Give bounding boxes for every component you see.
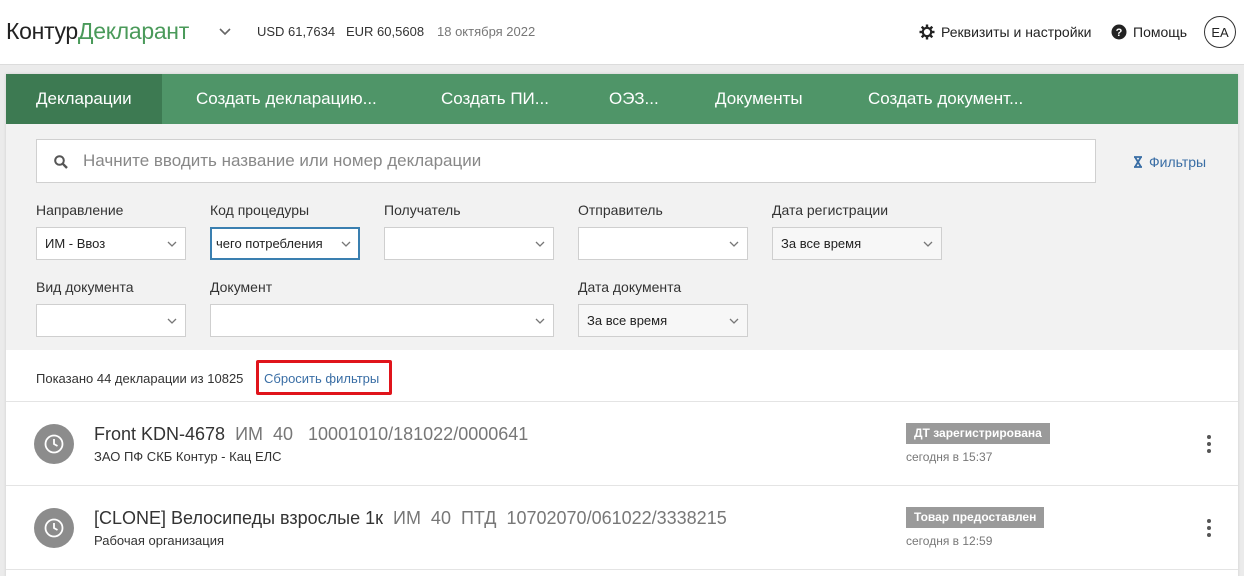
reg-date-label: Дата регистрации (772, 202, 889, 218)
clock-icon (34, 508, 74, 548)
procedure-label: Код процедуры (210, 202, 310, 218)
eur-rate: EUR 60,5608 (346, 24, 425, 39)
declaration-name: [CLONE] Велосипеды взрослые 1к (94, 508, 383, 528)
chevron-down-icon (167, 241, 177, 247)
recipient-label: Получатель (384, 202, 461, 218)
chevron-down-icon (535, 318, 545, 324)
chevron-down-icon (729, 318, 739, 324)
reg-date-select[interactable]: За все время (772, 227, 942, 260)
chevron-down-icon (535, 241, 545, 247)
declaration-name: Front KDN-4678 (94, 424, 226, 444)
tab-declarations[interactable]: Декларации (6, 74, 162, 124)
nav-tabs: Декларации Создать декларацию... Создать… (6, 74, 1238, 124)
app-logo[interactable]: КонтурДекларант (6, 18, 189, 45)
declaration-meta: ИМ 40 ПТД 10702070/061022/3338215 (393, 508, 727, 528)
filters-label: Фильтры (1149, 154, 1207, 170)
filters-toggle[interactable]: Фильтры (1133, 154, 1206, 170)
chevron-down-icon (729, 241, 739, 247)
search-box[interactable] (36, 139, 1096, 183)
document-select[interactable] (210, 304, 554, 337)
doc-type-label: Вид документа (36, 279, 134, 295)
direction-select[interactable]: ИМ - Ввоз (36, 227, 186, 260)
logo-kontur: Контур (6, 18, 78, 44)
more-options-icon[interactable] (1207, 435, 1213, 453)
chevron-down-icon (167, 318, 177, 324)
direction-value: ИМ - Ввоз (45, 236, 106, 251)
results-summary: Показано 44 декларации из 10825 Сбросить… (6, 350, 1238, 402)
svg-text:?: ? (1116, 27, 1123, 39)
chevron-down-icon (923, 241, 933, 247)
hourglass-icon (1134, 156, 1142, 168)
declaration-row[interactable]: [CLONE] Велосипеды взрослые 1к ИМ 40 ПТД… (6, 486, 1238, 570)
search-icon (54, 155, 68, 169)
usd-rate: USD 61,7634 (257, 24, 336, 39)
settings-link[interactable]: Реквизиты и настройки (919, 24, 1091, 40)
app-header: КонтурДекларант USD 61,7634 EUR 60,5608 … (0, 0, 1244, 65)
declaration-meta: ИМ 40 10001010/181022/0000641 (235, 424, 529, 444)
tab-oez[interactable]: ОЭЗ... (609, 74, 659, 124)
declaration-title: Front KDN-4678 ИМ 40 10001010/181022/000… (94, 424, 528, 445)
declaration-org: ЗАО ПФ СКБ Контур - Кац ЕЛС (94, 449, 282, 464)
clock-icon (34, 424, 74, 464)
declaration-org: Рабочая организация (94, 533, 225, 548)
help-link[interactable]: ? Помощь (1111, 24, 1187, 40)
gear-icon (919, 24, 935, 40)
doc-date-value: За все время (587, 313, 668, 328)
doc-date-select[interactable]: За все время (578, 304, 748, 337)
settings-label: Реквизиты и настройки (941, 24, 1092, 40)
help-icon: ? (1111, 24, 1127, 40)
results-count: Показано 44 декларации из 10825 (36, 371, 244, 386)
status-badge: ДТ зарегистрирована (906, 423, 1050, 444)
declaration-row[interactable]: Front KDN-4678 ИМ 40 10001010/181022/000… (6, 402, 1238, 486)
reg-date-value: За все время (781, 236, 862, 251)
doc-type-select[interactable] (36, 304, 186, 337)
procedure-select[interactable]: чего потребления (210, 227, 360, 260)
more-options-icon[interactable] (1207, 519, 1213, 537)
tab-documents[interactable]: Документы (715, 74, 803, 124)
sender-label: Отправитель (578, 202, 663, 218)
chevron-down-icon (341, 241, 351, 247)
logo-declarant: Декларант (77, 18, 189, 44)
status-badge: Товар предоставлен (906, 507, 1045, 528)
doc-date-label: Дата документа (578, 279, 682, 295)
document-label: Документ (210, 279, 273, 295)
search-input[interactable] (83, 150, 1063, 172)
declaration-time: сегодня в 12:59 (906, 534, 993, 548)
tab-create-declaration[interactable]: Создать декларацию... (196, 74, 377, 124)
declaration-time: сегодня в 15:37 (906, 450, 993, 464)
recipient-select[interactable] (384, 227, 554, 260)
sender-select[interactable] (578, 227, 748, 260)
main-card: Декларации Создать декларацию... Создать… (6, 74, 1238, 576)
user-avatar[interactable]: ЕА (1204, 16, 1236, 48)
chevron-down-icon[interactable] (218, 24, 232, 38)
current-date: 18 октября 2022 (437, 24, 536, 39)
tab-create-pi[interactable]: Создать ПИ... (441, 74, 549, 124)
tab-create-document[interactable]: Создать документ... (868, 74, 1023, 124)
help-label: Помощь (1133, 24, 1188, 40)
declaration-title: [CLONE] Велосипеды взрослые 1к ИМ 40 ПТД… (94, 508, 727, 529)
filters-panel: Фильтры Направление ИМ - Ввоз Код процед… (6, 124, 1238, 350)
reset-filters-link[interactable]: Сбросить фильтры (256, 360, 392, 395)
direction-label: Направление (36, 202, 124, 218)
procedure-value: чего потребления (216, 236, 323, 251)
